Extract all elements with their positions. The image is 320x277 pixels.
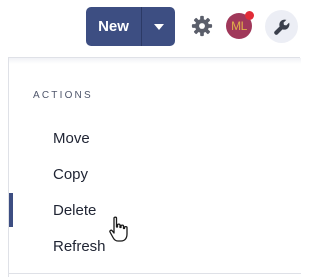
notification-dot (245, 11, 254, 20)
app-page: New ML ACTIONS Move Copy Delete Refresh (0, 0, 301, 277)
menu-item-delete[interactable]: Delete (9, 193, 301, 227)
top-toolbar: New ML (0, 0, 300, 57)
gear-icon (191, 15, 213, 37)
caret-down-icon (153, 23, 164, 30)
panel-shadow (9, 58, 301, 64)
actions-heading: ACTIONS (33, 90, 93, 101)
tools-button[interactable] (265, 10, 298, 43)
new-button[interactable]: New (86, 7, 141, 46)
new-split-button: New (86, 7, 175, 46)
menu-item-refresh[interactable]: Refresh (9, 229, 301, 263)
menu-item-label: Copy (53, 165, 89, 183)
menu-item-copy[interactable]: Copy (9, 157, 301, 191)
menu-item-label: Refresh (53, 237, 106, 255)
settings-button[interactable] (190, 14, 214, 38)
hand-pointer-icon (109, 216, 128, 242)
new-dropdown-toggle[interactable] (142, 7, 175, 46)
actions-dropdown-panel: ACTIONS Move Copy Delete Refresh (8, 57, 301, 277)
menu-item-label: Move (53, 129, 90, 147)
menu-item-label: Delete (53, 201, 97, 219)
panel-divider (9, 273, 301, 274)
menu-item-move[interactable]: Move (9, 121, 301, 155)
wrench-icon (273, 19, 289, 35)
